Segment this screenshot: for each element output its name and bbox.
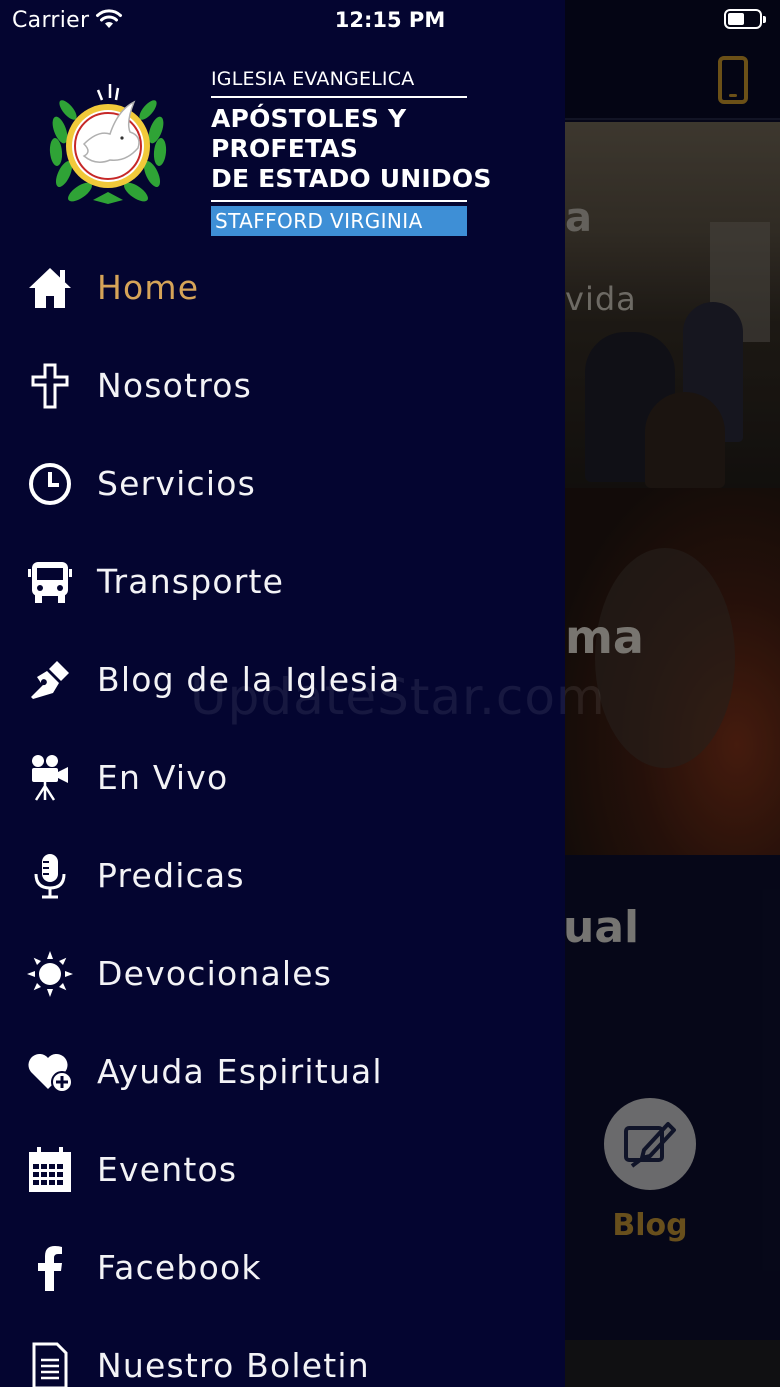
brand-divider (211, 200, 467, 202)
menu-item-devocionales[interactable]: Devocionales (0, 924, 565, 1022)
calendar-icon (26, 1146, 74, 1194)
menu-label-ayuda-espiritual: Ayuda Espiritual (97, 1052, 383, 1091)
dove-wreath-logo-icon (49, 84, 167, 204)
menu-label-en-vivo: En Vivo (97, 758, 229, 797)
brand-line-3: DE ESTADO UNIDOS (211, 164, 492, 193)
church-brand: IGLESIA EVANGELICA APÓSTOLES Y PROFETAS … (211, 68, 521, 236)
brand-location: STAFFORD VIRGINIA (211, 206, 467, 236)
menu-label-nosotros: Nosotros (97, 366, 253, 405)
menu-label-eventos: Eventos (97, 1150, 238, 1189)
menu-label-servicios: Servicios (97, 464, 257, 503)
menu-item-nuestro-boletin[interactable]: Nuestro Boletin (0, 1316, 565, 1387)
status-bar: Carrier 12:15 PM (0, 0, 780, 44)
cross-icon (26, 362, 74, 410)
home-icon (26, 264, 74, 312)
menu-label-predicas: Predicas (97, 856, 245, 895)
menu-item-ayuda-espiritual[interactable]: Ayuda Espiritual (0, 1022, 565, 1120)
menu-label-home: Home (97, 268, 200, 307)
menu-label-nuestro-boletin: Nuestro Boletin (97, 1346, 370, 1385)
watermark: UpdateStar.com (190, 668, 606, 726)
screen: a vida ma ual Blog Carrier 12:15 PM IGLE… (0, 0, 780, 1387)
sun-icon (26, 950, 74, 998)
clock: 12:15 PM (334, 8, 446, 32)
video-camera-icon (26, 754, 74, 802)
menu-item-transporte[interactable]: Transporte (0, 532, 565, 630)
menu-label-transporte: Transporte (97, 562, 285, 601)
bus-icon (26, 558, 74, 606)
menu-item-predicas[interactable]: Predicas (0, 826, 565, 924)
pen-icon (26, 656, 74, 704)
heart-plus-icon (26, 1048, 74, 1096)
menu-label-devocionales: Devocionales (97, 954, 333, 993)
facebook-icon (26, 1244, 74, 1292)
battery-icon (724, 9, 766, 29)
menu-label-facebook: Facebook (97, 1248, 262, 1287)
brand-line-2: APÓSTOLES Y PROFETAS (211, 104, 407, 163)
document-icon (26, 1342, 74, 1387)
menu-item-nosotros[interactable]: Nosotros (0, 336, 565, 434)
menu-item-eventos[interactable]: Eventos (0, 1120, 565, 1218)
menu-item-home[interactable]: Home (0, 238, 565, 336)
church-logo (38, 70, 178, 210)
microphone-icon (26, 852, 74, 900)
clock-icon (26, 460, 74, 508)
drawer-menu: Home Nosotros Servicios Transporte Blog … (0, 238, 565, 1387)
menu-item-en-vivo[interactable]: En Vivo (0, 728, 565, 826)
menu-item-servicios[interactable]: Servicios (0, 434, 565, 532)
menu-item-facebook[interactable]: Facebook (0, 1218, 565, 1316)
brand-line-1: IGLESIA EVANGELICA (211, 68, 467, 98)
